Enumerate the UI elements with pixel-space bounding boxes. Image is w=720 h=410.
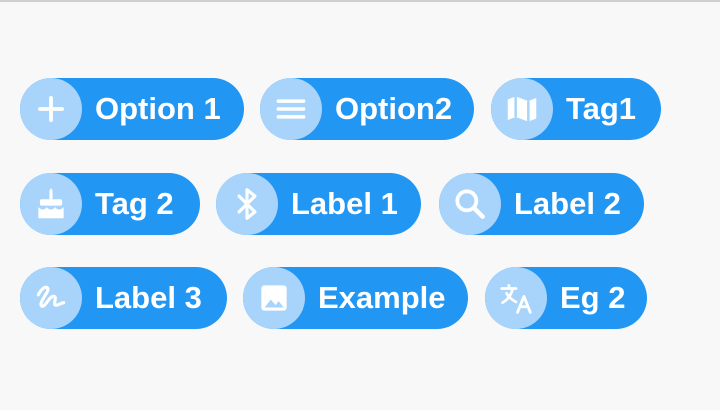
translate-icon <box>485 267 547 329</box>
chip-example[interactable]: Example <box>243 267 468 329</box>
image-icon <box>243 267 305 329</box>
chip-option-1[interactable]: Option 1 <box>20 78 244 140</box>
chip-tag1[interactable]: Tag1 <box>491 78 661 140</box>
chip-option2[interactable]: Option2 <box>260 78 474 140</box>
menu-icon <box>260 78 322 140</box>
chip-label-1[interactable]: Label 1 <box>216 173 421 235</box>
bluetooth-icon <box>216 173 278 235</box>
chip-label: Option 1 <box>95 91 221 126</box>
chip-tag-2[interactable]: Tag 2 <box>20 173 200 235</box>
chip-label-3[interactable]: Label 3 <box>20 267 227 329</box>
chip-label: Label 3 <box>95 280 202 315</box>
chip-label-2[interactable]: Label 2 <box>439 173 644 235</box>
chip-label: Option2 <box>335 91 453 126</box>
chip-label: Example <box>318 280 446 315</box>
top-divider <box>0 0 720 2</box>
chip-label: Tag 2 <box>95 186 174 221</box>
cake-icon <box>20 173 82 235</box>
chip-eg-2[interactable]: Eg 2 <box>485 267 647 329</box>
map-icon <box>491 78 553 140</box>
chip-label: Tag1 <box>566 91 637 126</box>
search-icon <box>439 173 501 235</box>
gesture-icon <box>20 267 82 329</box>
chip-label: Label 2 <box>514 186 621 221</box>
chip-label: Label 1 <box>291 186 398 221</box>
add-icon <box>20 78 82 140</box>
chip-label: Eg 2 <box>560 280 626 315</box>
